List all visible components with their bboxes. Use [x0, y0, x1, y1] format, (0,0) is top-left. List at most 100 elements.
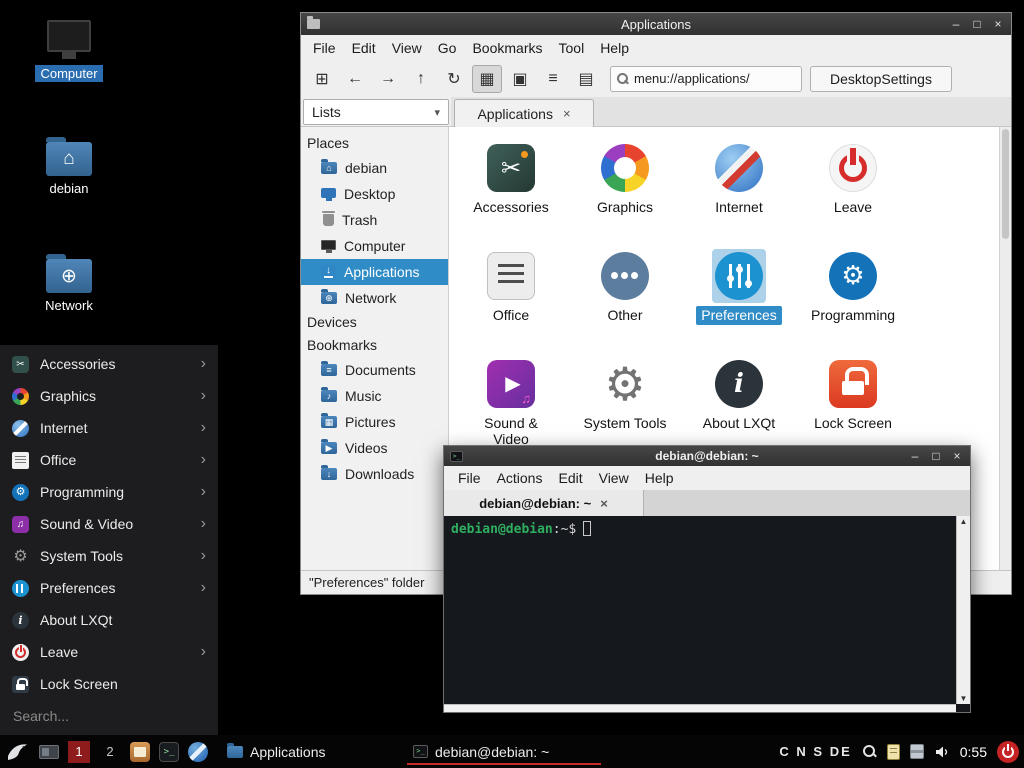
menu-file[interactable]: File: [305, 37, 344, 59]
menu-bookmarks[interactable]: Bookmarks: [464, 37, 550, 59]
grid-item-about-lxqt[interactable]: i About LXQt: [698, 357, 780, 450]
scrollbar-thumb[interactable]: [1002, 129, 1009, 239]
scroll-up-icon[interactable]: ▲: [960, 517, 968, 526]
menu-help[interactable]: Help: [592, 37, 637, 59]
menu-item-about-lxqt[interactable]: About LXQt: [0, 604, 218, 636]
path-bar[interactable]: [610, 66, 802, 92]
show-desktop-button[interactable]: [39, 745, 59, 759]
menu-view[interactable]: View: [384, 37, 430, 59]
main-menu-button[interactable]: [6, 741, 30, 763]
volume-icon[interactable]: [934, 744, 950, 760]
refresh-button[interactable]: ↻: [439, 65, 469, 93]
sidebar-item-applications[interactable]: ↓ Applications: [301, 259, 448, 285]
quicklaunch-terminal-icon[interactable]: [159, 742, 179, 762]
sidebar-item-downloads[interactable]: ↓ Downloads: [301, 461, 448, 487]
grid-item-programming[interactable]: ⚙ Programming: [806, 249, 900, 325]
menu-item-internet[interactable]: Internet ›: [0, 412, 218, 444]
maximize-button[interactable]: □: [970, 14, 984, 34]
menu-view[interactable]: View: [591, 468, 637, 488]
terminal-scrollbar[interactable]: ▲ ▼: [956, 516, 970, 704]
menu-item-office[interactable]: Office ›: [0, 444, 218, 476]
grid-item-leave[interactable]: Leave: [826, 141, 880, 217]
up-button[interactable]: ↑: [406, 65, 436, 93]
sidebar-item-videos[interactable]: ▶ Videos: [301, 435, 448, 461]
desktop-icon-network[interactable]: ⊕ Network: [29, 253, 109, 314]
quicklaunch-browser-icon[interactable]: [188, 742, 208, 762]
sidebar-item-documents[interactable]: ≡ Documents: [301, 357, 448, 383]
sidebar-item-music[interactable]: ♪ Music: [301, 383, 448, 409]
path-input[interactable]: [634, 71, 795, 86]
workspace-2-button[interactable]: 2: [99, 741, 121, 763]
grid-item-internet[interactable]: Internet: [710, 141, 767, 217]
clipboard-tray-icon[interactable]: [887, 744, 900, 760]
power-button[interactable]: [997, 741, 1019, 763]
menu-item-sound-video[interactable]: Sound & Video ›: [0, 508, 218, 540]
forward-button[interactable]: →: [373, 65, 403, 93]
grid-item-office[interactable]: Office: [484, 249, 538, 325]
scroll-down-icon[interactable]: ▼: [960, 694, 968, 703]
updates-tray-icon[interactable]: [910, 744, 924, 759]
sidebar-mode-combo[interactable]: Lists ▾: [303, 99, 449, 125]
tab-close-icon[interactable]: ×: [563, 106, 571, 121]
menu-edit[interactable]: Edit: [344, 37, 384, 59]
menu-item-accessories[interactable]: Accessories ›: [0, 348, 218, 380]
menu-item-lock-screen[interactable]: Lock Screen: [0, 668, 218, 700]
menu-go[interactable]: Go: [430, 37, 465, 59]
compact-view-button[interactable]: ≡: [538, 65, 568, 93]
terminal-screen[interactable]: debian@debian:~$: [444, 516, 956, 704]
sidebar-item-trash[interactable]: Trash: [301, 207, 448, 233]
grid-item-sound-video[interactable]: ▶ Sound & Video: [478, 357, 544, 450]
menu-item-leave[interactable]: Leave ›: [0, 636, 218, 668]
grid-item-preferences[interactable]: Preferences: [696, 249, 781, 325]
sidebar-item-computer[interactable]: Computer: [301, 233, 448, 259]
grid-item-system-tools[interactable]: ⚙ System Tools: [579, 357, 672, 450]
tab-close-icon[interactable]: ×: [600, 496, 608, 511]
menu-actions[interactable]: Actions: [489, 468, 551, 488]
minimize-button[interactable]: –: [949, 14, 963, 34]
task-button-terminal[interactable]: debian@debian: ~: [413, 735, 609, 768]
desktop-settings-button[interactable]: DesktopSettings: [810, 66, 952, 92]
menu-file[interactable]: File: [450, 468, 489, 488]
detailed-view-button[interactable]: ▤: [571, 65, 601, 93]
minimize-button[interactable]: –: [908, 446, 922, 466]
menu-search[interactable]: [0, 702, 218, 730]
resize-grip[interactable]: [956, 704, 970, 712]
maximize-button[interactable]: □: [929, 446, 943, 466]
workspace-1-button[interactable]: 1: [68, 741, 90, 763]
tab-applications[interactable]: Applications ×: [454, 99, 594, 127]
fm-titlebar[interactable]: Applications – □ ×: [301, 13, 1011, 35]
sidebar-item-debian[interactable]: ⌂ debian: [301, 155, 448, 181]
sidebar-item-pictures[interactable]: ▦ Pictures: [301, 409, 448, 435]
menu-item-system-tools[interactable]: System Tools ›: [0, 540, 218, 572]
menu-item-graphics[interactable]: Graphics ›: [0, 380, 218, 412]
close-button[interactable]: ×: [991, 14, 1005, 34]
thumbnail-view-button[interactable]: ▣: [505, 65, 535, 93]
sidebar-item-network[interactable]: ⊕ Network: [301, 285, 448, 311]
task-button-applications[interactable]: Applications: [227, 744, 326, 760]
sidebar-item-desktop[interactable]: Desktop: [301, 181, 448, 207]
icon-view-button[interactable]: ▦: [472, 65, 502, 93]
fm-scrollbar[interactable]: [999, 127, 1011, 570]
terminal-hscrollbar[interactable]: [444, 704, 956, 712]
new-tab-button[interactable]: ⊞: [307, 65, 337, 93]
desktop-icon-computer[interactable]: Computer: [29, 20, 109, 82]
back-button[interactable]: ←: [340, 65, 370, 93]
search-input[interactable]: [13, 708, 205, 724]
desktop-icon-debian[interactable]: ⌂ debian: [29, 136, 109, 197]
grid-item-other[interactable]: Other: [598, 249, 652, 325]
close-button[interactable]: ×: [950, 446, 964, 466]
menu-help[interactable]: Help: [637, 468, 682, 488]
magnifier-tray-icon[interactable]: [862, 744, 877, 759]
terminal-tab[interactable]: debian@debian: ~ ×: [444, 490, 644, 516]
menu-item-programming[interactable]: Programming ›: [0, 476, 218, 508]
grid-item-accessories[interactable]: ✂ Accessories: [468, 141, 553, 217]
menu-tool[interactable]: Tool: [551, 37, 593, 59]
clock[interactable]: 0:55: [960, 744, 987, 760]
grid-item-graphics[interactable]: Graphics: [592, 141, 658, 217]
quicklaunch-icon-1[interactable]: [130, 742, 150, 762]
grid-item-lock-screen[interactable]: Lock Screen: [809, 357, 897, 450]
menu-item-preferences[interactable]: Preferences ›: [0, 572, 218, 604]
keyboard-indicator[interactable]: C N S DE: [779, 744, 851, 759]
menu-edit[interactable]: Edit: [550, 468, 590, 488]
terminal-titlebar[interactable]: debian@debian: ~ – □ ×: [444, 446, 970, 466]
